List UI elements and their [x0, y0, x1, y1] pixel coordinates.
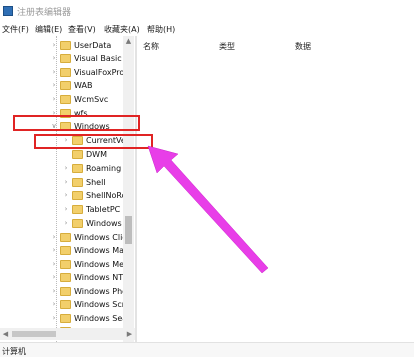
arrow-shape: [147, 145, 269, 274]
annotation-arrow: [147, 145, 269, 274]
